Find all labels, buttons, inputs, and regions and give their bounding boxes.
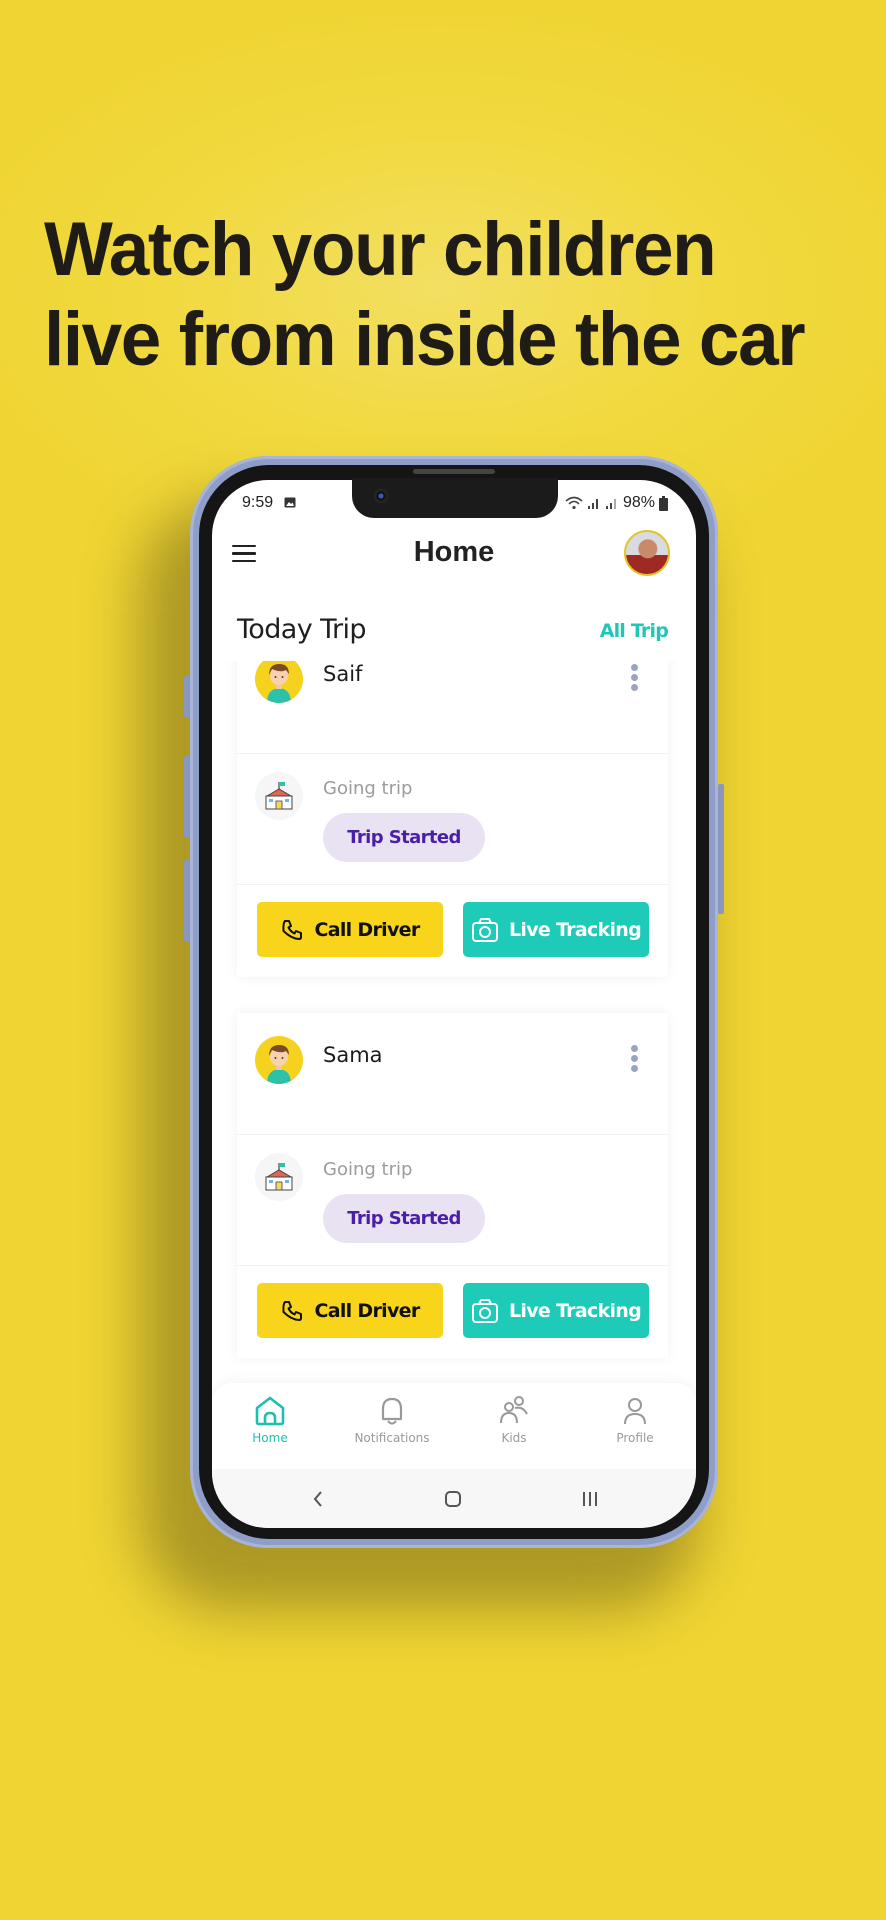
front-camera: [374, 489, 388, 503]
phone-power-button: [718, 784, 724, 914]
more-options-icon[interactable]: [631, 1045, 639, 1075]
more-options-icon[interactable]: [631, 664, 639, 694]
kid-avatar: [255, 661, 303, 703]
divider: [237, 1134, 668, 1135]
bottom-nav: Home Notifications Kids Profile: [212, 1383, 696, 1469]
live-tracking-label: Live Tracking: [508, 918, 642, 941]
signal-icon: [587, 499, 598, 509]
battery-icon: [659, 495, 668, 511]
school-icon: [255, 1153, 303, 1201]
system-nav-bar: [212, 1469, 696, 1528]
nav-home-label: Home: [252, 1431, 288, 1445]
status-time: 9:59: [242, 494, 274, 511]
nav-kids[interactable]: Kids: [459, 1395, 569, 1445]
trip-card: Sama Going trip Trip Started Call Driver…: [237, 1013, 668, 1358]
profile-icon: [624, 1398, 646, 1425]
trip-status-badge: Trip Started: [323, 813, 485, 862]
call-driver-button[interactable]: Call Driver: [257, 902, 443, 957]
phone-screen: 9:59 98% Home Today Trip All Trip Saif G…: [212, 480, 696, 1528]
phone-icon: [282, 919, 303, 940]
signal-icon-2: [605, 499, 616, 509]
user-avatar[interactable]: [624, 530, 670, 576]
bell-icon: [381, 1397, 403, 1425]
trip-type: Going trip: [323, 1159, 413, 1180]
all-trip-link[interactable]: All Trip: [600, 620, 669, 642]
kid-name: Saif: [323, 662, 363, 686]
boy-avatar-icon: [267, 664, 291, 703]
call-driver-label: Call Driver: [314, 1299, 420, 1322]
back-icon[interactable]: [306, 1487, 330, 1511]
gallery-icon: [284, 497, 296, 508]
trip-status-badge: Trip Started: [323, 1194, 485, 1243]
status-right: 98%: [565, 494, 668, 512]
phone-icon: [282, 1300, 303, 1321]
trip-card: Saif Going trip Trip Started Call Driver…: [237, 661, 668, 977]
headline-line-2: live from inside the car: [44, 297, 806, 382]
wifi-icon: [565, 496, 583, 510]
home-button-icon[interactable]: [441, 1487, 465, 1511]
kid-avatar: [255, 1036, 303, 1084]
divider: [237, 1265, 668, 1266]
home-icon: [255, 1396, 285, 1426]
call-driver-label: Call Driver: [314, 918, 420, 941]
boy-avatar-icon: [267, 1045, 291, 1084]
camera-icon: [471, 917, 498, 942]
nav-home[interactable]: Home: [215, 1395, 325, 1445]
phone-speaker: [413, 469, 495, 474]
trip-type: Going trip: [323, 778, 413, 799]
section-title: Today Trip: [237, 614, 367, 645]
recents-icon[interactable]: [578, 1487, 602, 1511]
nav-kids-label: Kids: [501, 1431, 527, 1445]
live-tracking-button[interactable]: Live Tracking: [463, 902, 649, 957]
trip-list[interactable]: Saif Going trip Trip Started Call Driver…: [212, 661, 696, 1383]
promo-headline: Watch your children live from inside the…: [44, 205, 850, 385]
headline-line-1: Watch your children: [44, 207, 717, 292]
nav-profile-label: Profile: [616, 1431, 654, 1445]
nav-notifications-label: Notifications: [354, 1431, 430, 1445]
nav-notifications[interactable]: Notifications: [337, 1395, 447, 1445]
battery-percent: 98%: [622, 494, 655, 511]
kids-icon: [500, 1396, 528, 1424]
school-icon: [255, 772, 303, 820]
live-tracking-label: Live Tracking: [508, 1299, 642, 1322]
live-tracking-button[interactable]: Live Tracking: [463, 1283, 649, 1338]
divider: [237, 753, 668, 754]
call-driver-button[interactable]: Call Driver: [257, 1283, 443, 1338]
divider: [237, 884, 668, 885]
kid-name: Sama: [323, 1043, 383, 1067]
nav-profile[interactable]: Profile: [580, 1395, 690, 1445]
camera-icon: [471, 1298, 498, 1323]
